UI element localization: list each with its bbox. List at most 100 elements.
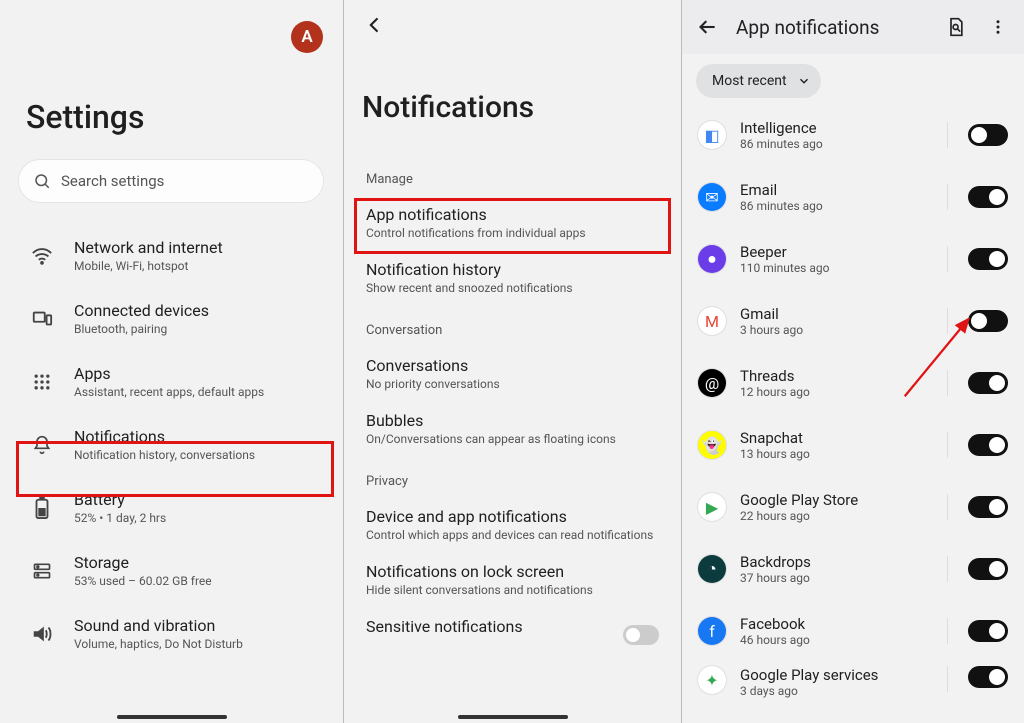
home-indicator[interactable] (458, 715, 568, 719)
item-sub: Control which apps and devices can read … (366, 528, 659, 542)
search-input[interactable]: Search settings (18, 159, 324, 203)
item-label: Device and app notifications (366, 507, 659, 526)
app-sub: 3 days ago (740, 684, 927, 698)
app-notifications-header: App notifications (682, 0, 1024, 54)
app-icon: f (698, 617, 726, 645)
storage-icon (30, 561, 54, 581)
item-sub: No priority conversations (366, 377, 659, 391)
app-row[interactable]: ✉Email86 minutes ago (682, 166, 1024, 228)
app-row[interactable]: ◔Backdrops37 hours ago (682, 538, 1024, 600)
divider (947, 122, 948, 148)
volume-icon (30, 623, 54, 645)
app-row[interactable]: MGmail3 hours ago (682, 290, 1024, 352)
divider (947, 308, 948, 334)
app-row[interactable]: ▶Google Play Store22 hours ago (682, 476, 1024, 538)
app-row[interactable]: 👻 Snapchat13 hours ago (682, 414, 1024, 476)
app-sub: 86 minutes ago (740, 199, 927, 213)
settings-item-conversations[interactable]: Conversations No priority conversations (344, 338, 681, 401)
app-row[interactable]: @ Threads12 hours ago (682, 352, 1024, 414)
divider (947, 432, 948, 458)
settings-item-network[interactable]: Network and internet Mobile, Wi-Fi, hots… (0, 224, 343, 287)
highlight-box-notifications (16, 441, 334, 497)
divider (947, 666, 948, 692)
item-sub: Volume, haptics, Do Not Disturb (74, 637, 243, 651)
chevron-down-icon (797, 74, 811, 88)
notification-toggle[interactable] (968, 248, 1008, 270)
home-indicator[interactable] (117, 715, 227, 719)
notification-toggle[interactable] (968, 186, 1008, 208)
divider (947, 618, 948, 644)
notification-toggle[interactable] (968, 124, 1008, 146)
app-label: Google Play Store (740, 491, 927, 509)
app-icon: ◔ (698, 555, 726, 583)
notification-toggle[interactable] (968, 496, 1008, 518)
app-label: Threads (740, 367, 927, 385)
item-sub: Show recent and snoozed notifications (366, 281, 659, 295)
sort-chip[interactable]: Most recent (696, 64, 821, 98)
settings-item-apps[interactable]: Apps Assistant, recent apps, default app… (0, 350, 343, 413)
page-title: Notifications (362, 90, 534, 125)
section-label-manage: Manage (344, 172, 681, 187)
settings-item-lock-screen[interactable]: Notifications on lock screen Hide silent… (344, 552, 681, 607)
app-icon: @ (698, 369, 726, 397)
section-label-privacy: Privacy (344, 474, 681, 489)
apps-icon (30, 372, 54, 392)
app-row[interactable]: ◧Intelligence86 minutes ago (682, 104, 1024, 166)
app-label: Snapchat (740, 429, 927, 447)
overflow-menu-icon[interactable] (984, 13, 1012, 41)
settings-item-storage[interactable]: Storage 53% used – 60.02 GB free (0, 539, 343, 602)
search-page-icon[interactable] (942, 13, 970, 41)
item-label: Connected devices (74, 301, 209, 320)
avatar-letter: A (301, 27, 312, 47)
settings-panel: A Settings Search settings Network and i… (0, 0, 344, 723)
app-label: Intelligence (740, 119, 927, 137)
settings-item-sound[interactable]: Sound and vibration Volume, haptics, Do … (0, 602, 343, 665)
app-row[interactable]: fFacebook46 hours ago (682, 600, 1024, 662)
app-icon: ● (698, 245, 726, 273)
app-icon: 👻 (698, 431, 726, 459)
item-label: Apps (74, 364, 264, 383)
divider (947, 246, 948, 272)
item-label: Conversations (366, 356, 659, 375)
app-label: Gmail (740, 305, 927, 323)
back-button[interactable] (694, 13, 722, 41)
item-sub: 52% • 1 day, 2 hrs (74, 511, 166, 525)
sensitive-toggle[interactable] (623, 625, 659, 649)
back-button[interactable] (360, 10, 390, 40)
app-sub: 86 minutes ago (740, 137, 927, 151)
notification-toggle[interactable] (968, 310, 1008, 332)
highlight-box-app-notifications (354, 198, 671, 254)
item-label: Network and internet (74, 238, 223, 257)
settings-item-connected[interactable]: Connected devices Bluetooth, pairing (0, 287, 343, 350)
item-sub: Assistant, recent apps, default apps (74, 385, 264, 399)
devices-icon (30, 308, 54, 330)
page-title: Settings (26, 98, 144, 136)
app-row[interactable]: ●Beeper110 minutes ago (682, 228, 1024, 290)
app-icon: ✦ (698, 666, 726, 694)
app-row[interactable]: ✦Google Play services3 days ago (682, 662, 1024, 694)
app-sub: 13 hours ago (740, 447, 927, 461)
app-sub: 110 minutes ago (740, 261, 927, 275)
settings-item-notification-history[interactable]: Notification history Show recent and sno… (344, 250, 681, 305)
item-label: Bubbles (366, 411, 659, 430)
settings-item-bubbles[interactable]: Bubbles On/Conversations can appear as f… (344, 401, 681, 456)
app-notifications-panel: App notifications Most recent ◧Intellige… (682, 0, 1024, 723)
app-label: Google Play services (740, 666, 927, 684)
notification-toggle[interactable] (968, 372, 1008, 394)
item-sub: Hide silent conversations and notificati… (366, 583, 659, 597)
notifications-panel: Notifications Manage App notifications C… (344, 0, 682, 723)
notification-toggle[interactable] (968, 666, 1008, 688)
divider (947, 184, 948, 210)
app-sub: 37 hours ago (740, 571, 927, 585)
chip-label: Most recent (712, 73, 787, 89)
settings-item-sensitive[interactable]: Sensitive notifications (344, 607, 681, 649)
notification-toggle[interactable] (968, 620, 1008, 642)
item-sub: On/Conversations can appear as floating … (366, 432, 659, 446)
app-sub: 12 hours ago (740, 385, 927, 399)
profile-avatar[interactable]: A (291, 21, 323, 53)
notification-toggle[interactable] (968, 434, 1008, 456)
settings-item-device-notifications[interactable]: Device and app notifications Control whi… (344, 489, 681, 552)
item-label: Storage (74, 553, 212, 572)
notification-toggle[interactable] (968, 558, 1008, 580)
app-icon: ▶ (698, 493, 726, 521)
